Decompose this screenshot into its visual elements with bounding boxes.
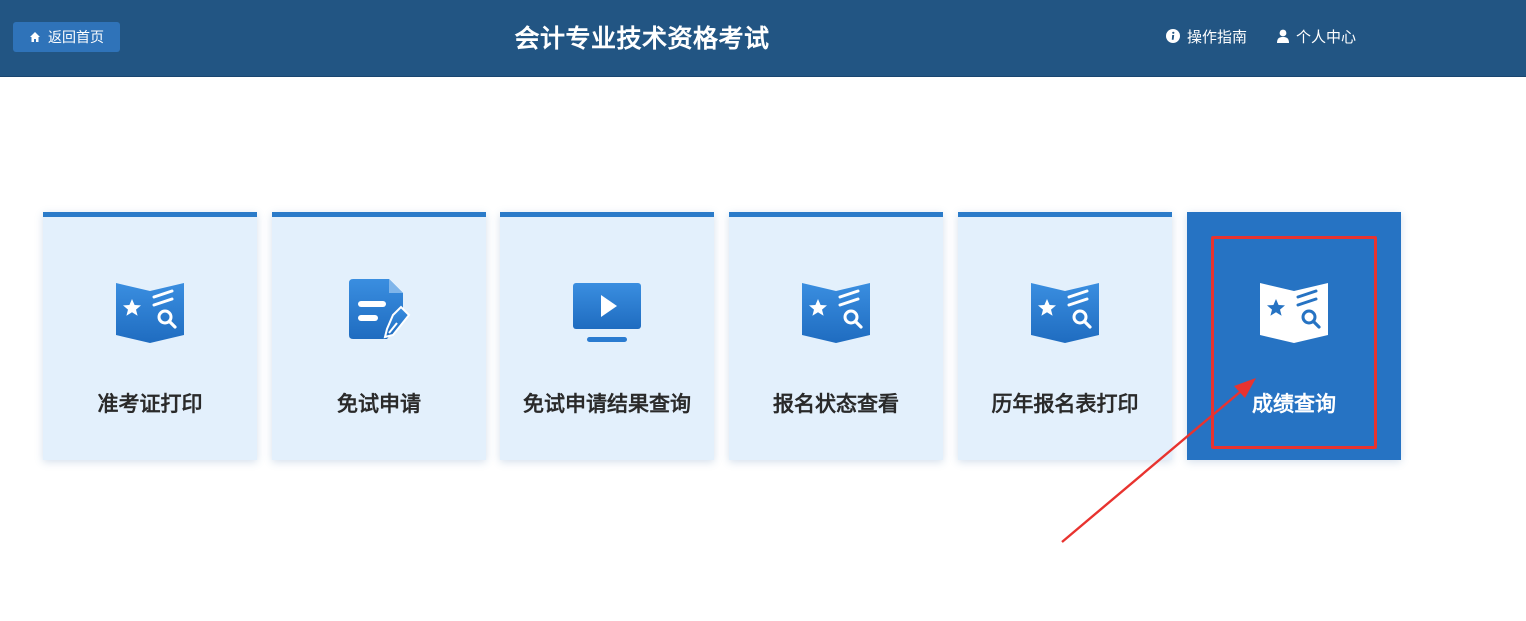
user-icon <box>1277 29 1289 43</box>
card-exemption-result-query[interactable]: 免试申请结果查询 <box>500 212 714 460</box>
card-label: 免试申请 <box>337 392 421 416</box>
card-label: 成绩查询 <box>1252 392 1336 416</box>
guide-label: 操作指南 <box>1187 27 1248 46</box>
certificate-search-icon <box>116 283 184 343</box>
certificate-search-icon <box>1031 283 1099 343</box>
card-label: 历年报名表打印 <box>991 392 1139 416</box>
certificate-search-icon <box>802 283 870 343</box>
card-label: 准考证打印 <box>97 392 203 416</box>
info-icon <box>1166 29 1180 43</box>
card-label: 报名状态查看 <box>773 392 899 416</box>
card-history-form-print[interactable]: 历年报名表打印 <box>958 212 1172 460</box>
document-edit-icon <box>349 279 411 339</box>
card-registration-status[interactable]: 报名状态查看 <box>729 212 943 460</box>
video-play-icon <box>573 283 641 342</box>
back-home-label: 返回首页 <box>48 30 104 46</box>
card-admission-ticket-print[interactable]: 准考证打印 <box>43 212 257 460</box>
user-center-link[interactable]: 个人中心 <box>1277 25 1356 47</box>
top-header: 返回首页 会计专业技术资格考试 操作指南 个人中心 <box>0 0 1526 77</box>
certificate-search-icon <box>1260 283 1328 343</box>
user-center-label: 个人中心 <box>1296 27 1357 46</box>
card-label: 免试申请结果查询 <box>523 392 691 416</box>
page-title: 会计专业技术资格考试 <box>514 24 770 53</box>
card-score-query[interactable]: 成绩查询 <box>1187 212 1401 460</box>
back-home-button[interactable]: 返回首页 <box>13 22 120 52</box>
guide-link[interactable]: 操作指南 <box>1166 25 1247 47</box>
home-icon <box>30 32 40 42</box>
card-exemption-apply[interactable]: 免试申请 <box>272 212 486 460</box>
